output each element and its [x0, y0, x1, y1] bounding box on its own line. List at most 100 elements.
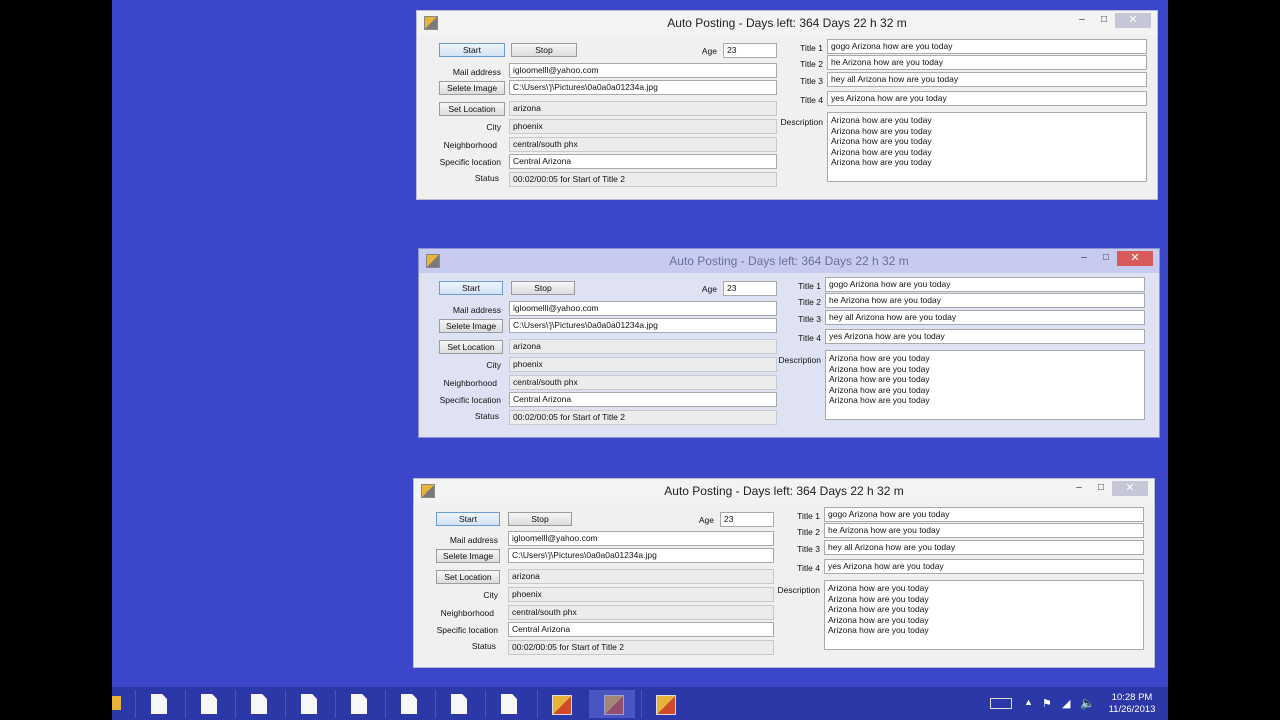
mail-input[interactable]: igloomelll@yahoo.com — [508, 531, 774, 546]
city-label: City — [486, 360, 501, 370]
title-4-input[interactable]: yes Arizona how are you today — [827, 91, 1147, 106]
auto-posting-app-icon — [552, 695, 572, 715]
show-hidden-icons-icon[interactable]: ▲ — [1024, 697, 1033, 707]
select-image-button[interactable]: Selete Image — [436, 549, 500, 563]
title-3-input[interactable]: hey all Arizona how are you today — [825, 310, 1145, 325]
status-label: Status — [474, 411, 499, 421]
mail-label: Mail address — [452, 305, 501, 315]
title-4-label: Title 4 — [798, 333, 821, 343]
minimize-button[interactable]: – — [1072, 481, 1086, 496]
close-button[interactable]: ✕ — [1115, 13, 1151, 28]
app-window-2: Auto Posting - Days left: 364 Days 22 h … — [418, 248, 1160, 438]
neighborhood-label: Neighborhood — [443, 378, 497, 388]
taskbar-file-item[interactable] — [485, 690, 531, 718]
close-button[interactable]: ✕ — [1117, 251, 1153, 266]
app-window-3: Auto Posting - Days left: 364 Days 22 h … — [413, 478, 1155, 668]
age-label: Age — [701, 46, 717, 56]
keyboard-icon[interactable] — [990, 698, 1012, 709]
age-input[interactable]: 23 — [723, 43, 777, 58]
select-image-button[interactable]: Selete Image — [439, 319, 503, 333]
title-2-input[interactable]: he Arizona how are you today — [827, 55, 1147, 70]
stop-button[interactable]: Stop — [508, 512, 572, 526]
document-icon — [301, 694, 317, 714]
minimize-button[interactable]: – — [1077, 251, 1091, 266]
taskbar-app-item[interactable] — [537, 690, 583, 718]
action-center-flag-icon[interactable]: ⚑ — [1042, 697, 1052, 710]
close-button[interactable]: ✕ — [1112, 481, 1148, 496]
title-2-label: Title 2 — [800, 59, 823, 69]
image-path-input[interactable]: C:\Users\'j\Pictures\0a0a0a01234a.jpg — [509, 318, 777, 333]
volume-icon[interactable]: 🔈 — [1080, 696, 1095, 710]
taskbar-file-item[interactable] — [135, 690, 181, 718]
title-1-input[interactable]: gogo Arizona how are you today — [825, 277, 1145, 292]
age-input[interactable]: 23 — [723, 281, 777, 296]
select-image-button[interactable]: Selete Image — [439, 81, 505, 95]
neighborhood-label: Neighborhood — [440, 608, 494, 618]
mail-label: Mail address — [449, 535, 498, 545]
title-2-input[interactable]: he Arizona how are you today — [825, 293, 1145, 308]
title-4-input[interactable]: yes Arizona how are you today — [824, 559, 1144, 574]
neighborhood-field: central/south phx — [508, 605, 774, 620]
network-icon[interactable]: ◢ — [1062, 697, 1070, 710]
title-bar[interactable]: Auto Posting - Days left: 364 Days 22 h … — [417, 11, 1157, 35]
document-icon — [201, 694, 217, 714]
clock-time: 10:28 PM — [1111, 692, 1153, 703]
city-field: phoenix — [508, 587, 774, 602]
set-location-button[interactable]: Set Location — [439, 340, 503, 354]
title-4-input[interactable]: yes Arizona how are you today — [825, 329, 1145, 344]
age-label: Age — [698, 515, 714, 525]
age-input[interactable]: 23 — [720, 512, 774, 527]
description-textarea[interactable]: Arizona how are you today Arizona how ar… — [825, 350, 1145, 420]
maximize-button[interactable]: □ — [1094, 481, 1108, 496]
clock-date: 11/26/2013 — [1108, 704, 1156, 715]
taskbar-app-item[interactable] — [589, 690, 635, 718]
taskbar-file-item[interactable] — [235, 690, 281, 718]
file-explorer-icon[interactable] — [112, 696, 121, 710]
window-title: Auto Posting - Days left: 364 Days 22 h … — [664, 484, 904, 498]
window-title: Auto Posting - Days left: 364 Days 22 h … — [669, 254, 909, 268]
system-clock[interactable]: 10:28 PM 11/26/2013 — [1102, 692, 1162, 716]
maximize-button[interactable]: □ — [1097, 13, 1111, 28]
title-bar[interactable]: Auto Posting - Days left: 364 Days 22 h … — [414, 479, 1154, 503]
mail-input[interactable]: igloomelll@yahoo.com — [509, 63, 777, 78]
taskbar-app-item[interactable] — [641, 690, 687, 718]
title-3-input[interactable]: hey all Arizona how are you today — [824, 540, 1144, 555]
title-1-input[interactable]: gogo Arizona how are you today — [824, 507, 1144, 522]
start-button[interactable]: Start — [436, 512, 500, 526]
location-field: arizona — [509, 101, 777, 116]
taskbar-file-item[interactable] — [335, 690, 381, 718]
location-field: arizona — [508, 569, 774, 584]
image-path-input[interactable]: C:\Users\'j\Pictures\0a0a0a01234a.jpg — [509, 80, 777, 95]
image-path-input[interactable]: C:\Users\'j\Pictures\0a0a0a01234a.jpg — [508, 548, 774, 563]
city-label: City — [483, 590, 498, 600]
specific-location-input[interactable]: Central Arizona — [508, 622, 774, 637]
stop-button[interactable]: Stop — [511, 43, 577, 57]
start-button[interactable]: Start — [439, 281, 503, 295]
title-2-input[interactable]: he Arizona how are you today — [824, 523, 1144, 538]
title-3-input[interactable]: hey all Arizona how are you today — [827, 72, 1147, 87]
maximize-button[interactable]: □ — [1099, 251, 1113, 266]
neighborhood-field: central/south phx — [509, 375, 777, 390]
specific-location-input[interactable]: Central Arizona — [509, 154, 777, 169]
location-field: arizona — [509, 339, 777, 354]
document-icon — [501, 694, 517, 714]
description-textarea[interactable]: Arizona how are you today Arizona how ar… — [824, 580, 1144, 650]
title-1-label: Title 1 — [800, 43, 823, 53]
title-1-input[interactable]: gogo Arizona how are you today — [827, 39, 1147, 54]
taskbar-file-item[interactable] — [435, 690, 481, 718]
start-button[interactable]: Start — [439, 43, 505, 57]
title-4-label: Title 4 — [797, 563, 820, 573]
status-field: 00:02/00:05 for Start of Title 2 — [508, 640, 774, 655]
mail-input[interactable]: igloomelll@yahoo.com — [509, 301, 777, 316]
taskbar-file-item[interactable] — [185, 690, 231, 718]
taskbar-file-item[interactable] — [385, 690, 431, 718]
taskbar-file-item[interactable] — [285, 690, 331, 718]
title-bar[interactable]: Auto Posting - Days left: 364 Days 22 h … — [419, 249, 1159, 273]
description-textarea[interactable]: Arizona how are you today Arizona how ar… — [827, 112, 1147, 182]
stop-button[interactable]: Stop — [511, 281, 575, 295]
form-body: Start Stop Age 23 Mail address igloomell… — [417, 35, 1157, 199]
set-location-button[interactable]: Set Location — [436, 570, 500, 584]
specific-location-input[interactable]: Central Arizona — [509, 392, 777, 407]
set-location-button[interactable]: Set Location — [439, 102, 505, 116]
minimize-button[interactable]: – — [1075, 13, 1089, 28]
